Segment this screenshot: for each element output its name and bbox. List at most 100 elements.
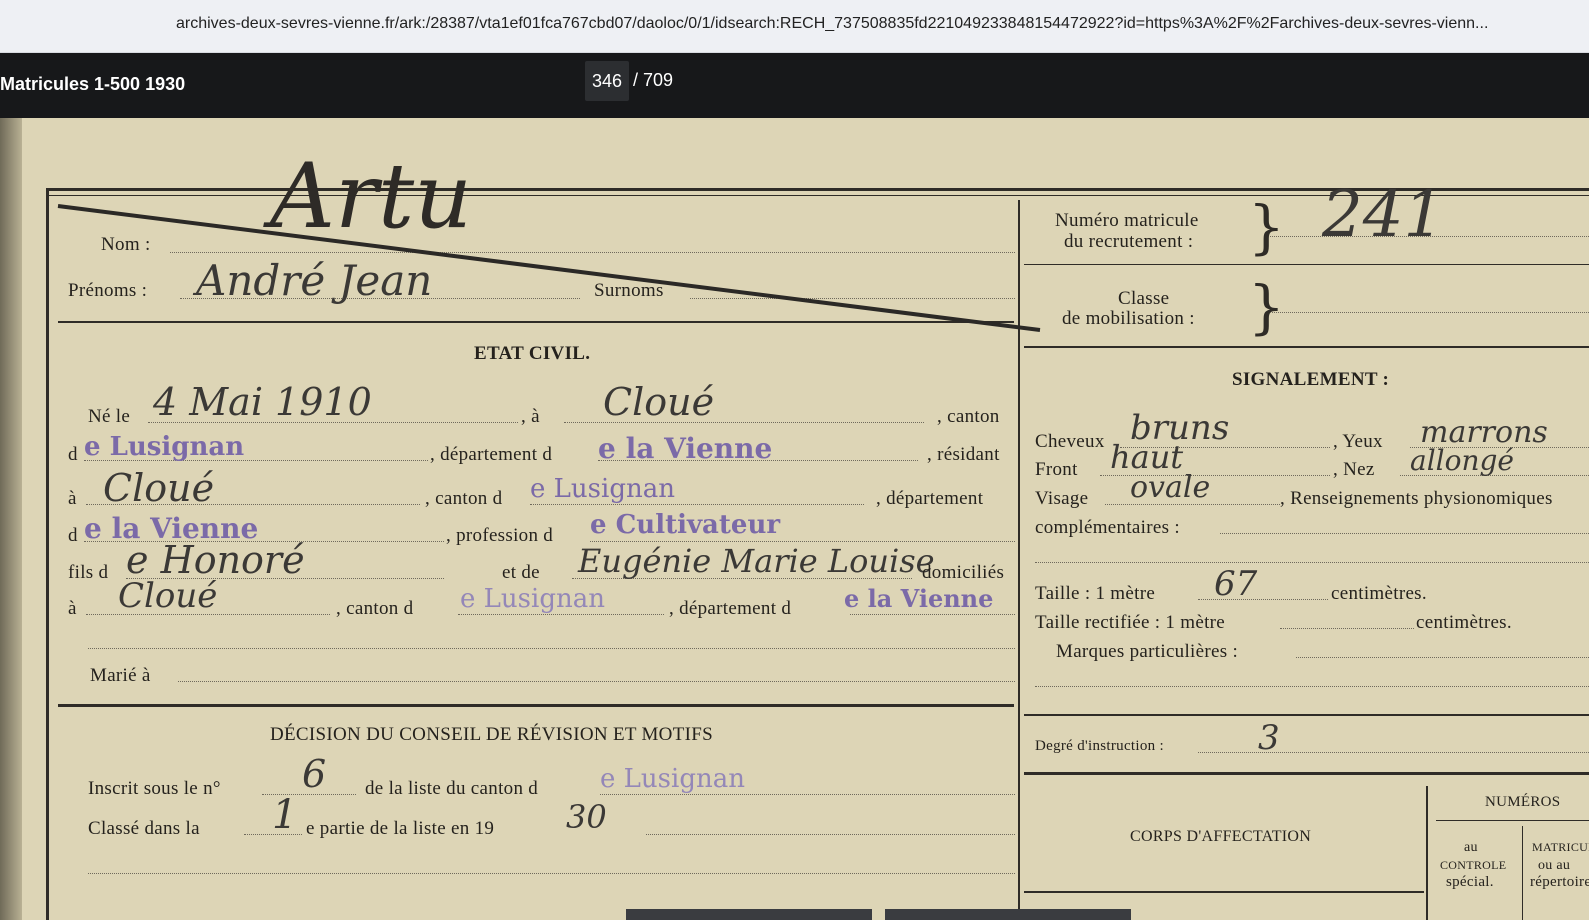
page-number-input[interactable]: 346 <box>585 61 629 101</box>
canton3-line <box>458 614 664 615</box>
canton2-stamp: e Lusignan <box>530 474 675 504</box>
profession-stamp: e Cultivateur <box>590 510 781 540</box>
birth-place-handwritten: Cloué <box>603 380 715 424</box>
viewer-bottom-tab-right[interactable] <box>885 909 1131 920</box>
classe-dans-label: Classé dans la <box>88 818 200 839</box>
et-de-label: et de <box>502 562 540 583</box>
canton-label: , canton <box>937 406 1000 427</box>
domicilies-label: domiciliés <box>922 562 1005 583</box>
inscrit-handwritten: 6 <box>302 752 327 796</box>
marques-label: Marques particulières : <box>1056 641 1239 662</box>
address-bar[interactable]: archives-deux-sevres-vienne.fr/ark:/2838… <box>0 0 1589 53</box>
section-divider-instruction <box>1024 714 1589 716</box>
centimetres2-label: centimètres. <box>1416 612 1512 633</box>
section-divider-decision <box>58 704 1014 707</box>
residence-handwritten: Cloué <box>103 466 215 510</box>
scanned-document[interactable]: Nom : Artu Prénoms : André Jean Surnoms … <box>0 118 1589 920</box>
matricule-label-2: ou au <box>1538 858 1571 873</box>
numeros-line <box>1436 820 1589 821</box>
a3-label: à <box>68 598 77 619</box>
blank-line <box>88 648 1015 649</box>
taille-handwritten: 67 <box>1214 564 1258 604</box>
canton2-line <box>530 504 864 505</box>
departement4-stamp: e la Vienne <box>844 584 994 613</box>
etat-civil-heading: ETAT CIVIL. <box>474 343 591 364</box>
complementaires-line-2 <box>1035 562 1589 563</box>
numeros-divider <box>1426 786 1428 920</box>
controle-label-3: spécial. <box>1446 874 1494 890</box>
corps-bottom-line <box>1024 891 1424 893</box>
departement4-label: , département d <box>669 598 792 619</box>
taille-rect-line <box>1280 628 1414 629</box>
numeros-label: NUMÉROS <box>1485 794 1561 810</box>
matricule-label-1: MATRICULE <box>1532 840 1589 854</box>
decision-heading: DÉCISION DU CONSEIL DE RÉVISION ET MOTIF… <box>270 724 713 745</box>
document-title: Matricules 1-500 1930 <box>0 74 186 94</box>
degre-label: Degré d'instruction : <box>1035 738 1164 754</box>
yeux-label: , Yeux <box>1333 431 1383 452</box>
controle-label-1: au <box>1464 840 1478 855</box>
viewer-bottom-tab-left[interactable] <box>626 909 872 920</box>
de-label: d <box>68 525 78 546</box>
frame-left-line <box>46 188 49 920</box>
mother-handwritten: Eugénie Marie Louise <box>578 542 935 580</box>
numeros-subdivider <box>1522 826 1523 920</box>
visage-label: Visage <box>1035 488 1089 509</box>
profession-label: , profession d <box>446 525 554 546</box>
departement2-label: , département <box>876 488 984 509</box>
signalement-heading: SIGNALEMENT : <box>1232 369 1390 390</box>
strike-through-line <box>57 204 1041 332</box>
classe-line <box>1270 312 1589 313</box>
inscrit-label: Inscrit sous le n° <box>88 778 221 799</box>
matricule-label-3: répertoire <box>1530 874 1589 890</box>
marie-label: Marié à <box>90 665 151 686</box>
liste-stamp: e Lusignan <box>600 764 745 794</box>
numero-handwritten: 241 <box>1322 178 1445 252</box>
liste-line <box>600 794 1015 795</box>
canton-stamp: e Lusignan <box>84 432 245 462</box>
nez-handwritten: allongé <box>1410 444 1514 477</box>
marques-line-2 <box>1035 686 1589 687</box>
partie-label: e partie de la liste en 19 <box>306 818 495 839</box>
renseignements-label: , Renseignements physionomiques <box>1280 488 1553 509</box>
nez-label: , Nez <box>1333 459 1375 480</box>
numero-label-2: du recrutement : <box>1064 231 1194 252</box>
corps-label: CORPS D'AFFECTATION <box>1130 828 1312 845</box>
departement-label: , département d <box>430 444 553 465</box>
section-divider-signalement <box>1024 346 1589 348</box>
fils-label: fils d <box>68 562 109 583</box>
viewer-toolbar: Matricules 1-500 1930 346 / 709 <box>0 53 1589 118</box>
complementaires-label: complémentaires : <box>1035 517 1180 538</box>
birth-date-handwritten: 4 Mai 1910 <box>153 380 372 424</box>
page-total: / 709 <box>633 70 674 90</box>
cheveux-label: Cheveux <box>1035 431 1105 452</box>
degre-handwritten: 3 <box>1258 718 1280 758</box>
canton3-stamp: e Lusignan <box>460 584 605 614</box>
a-label: , à <box>521 406 540 427</box>
departement-stamp: e la Vienne <box>598 432 773 465</box>
section-divider-corps <box>1024 772 1589 775</box>
annee-handwritten: 30 <box>566 798 607 836</box>
ne-le-label: Né le <box>88 406 131 427</box>
visage-handwritten: ovale <box>1130 470 1211 505</box>
decision-line-3 <box>88 873 1015 874</box>
numero-label-1: Numéro matricule <box>1055 210 1199 231</box>
d-label: d <box>68 444 78 465</box>
url-text[interactable]: archives-deux-sevres-vienne.fr/ark:/2838… <box>176 15 1581 33</box>
classe-label-2: de mobilisation : <box>1062 308 1195 329</box>
numero-divider <box>1024 264 1589 265</box>
classe-dans-handwritten: 1 <box>272 792 298 838</box>
numero-brace: } <box>1248 193 1285 261</box>
taille-rect-label: Taille rectifiée : 1 mètre <box>1035 612 1226 633</box>
canton2-label: , canton d <box>425 488 503 509</box>
residant-label: , résidant <box>927 444 1000 465</box>
degre-line <box>1198 752 1589 753</box>
controle-label-2: CONTROLE <box>1440 858 1507 872</box>
departement4-line <box>850 614 1015 615</box>
centimetres-label: centimètres. <box>1331 583 1427 604</box>
canton3-label: , canton d <box>336 598 414 619</box>
front-label: Front <box>1035 459 1078 480</box>
marie-line <box>178 681 1015 682</box>
liste-label: de la liste du canton d <box>365 778 539 799</box>
a2-label: à <box>68 488 77 509</box>
